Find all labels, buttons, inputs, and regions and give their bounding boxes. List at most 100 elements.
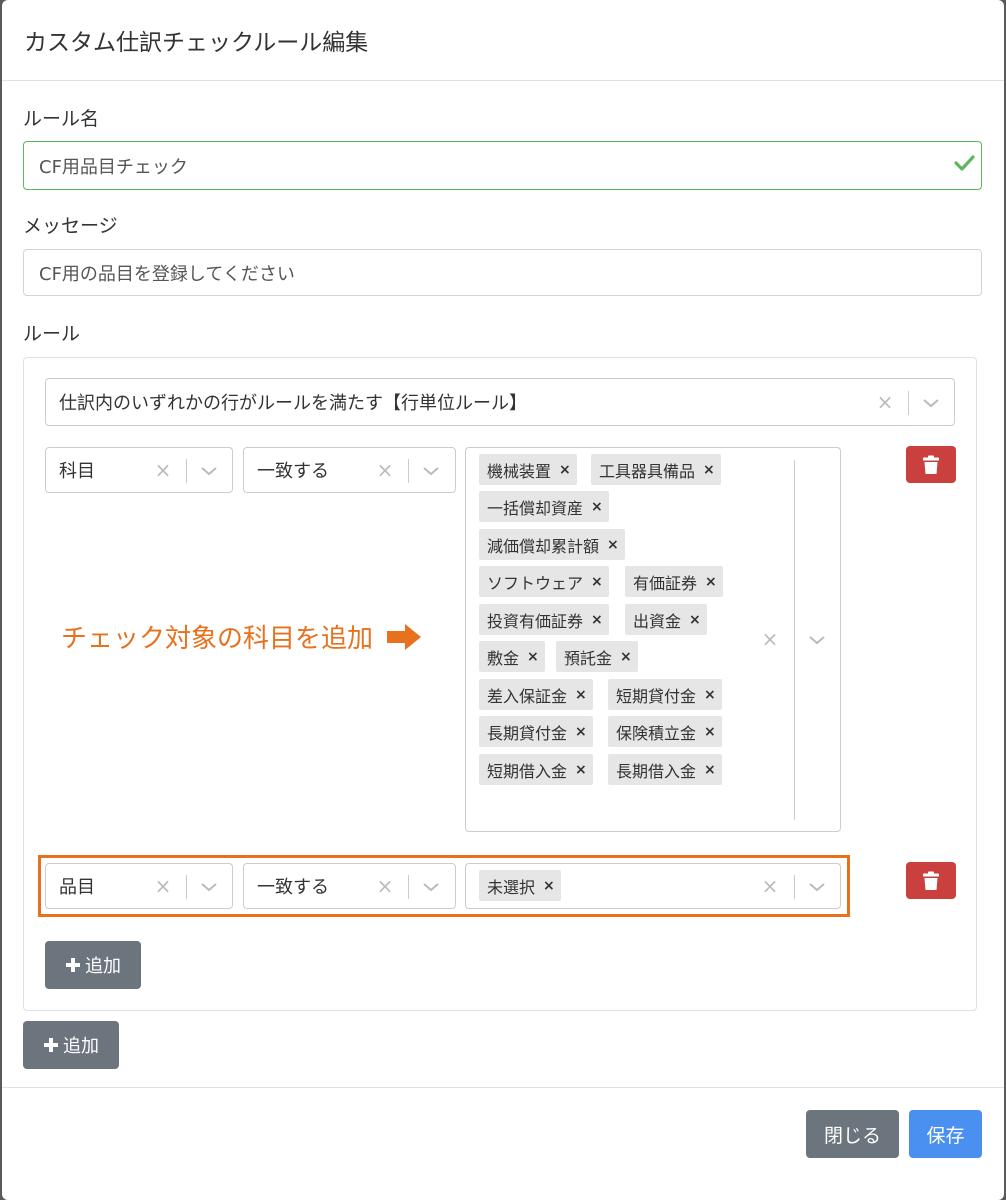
annotation-callout: チェック対象の科目を追加 <box>61 618 423 655</box>
value-chip: 長期借入金 × <box>608 754 722 785</box>
clear-icon[interactable]: × <box>375 458 395 482</box>
rule-name-input[interactable]: CF用品目チェック <box>23 141 982 190</box>
rule-mode-select[interactable]: 仕訳内のいずれかの行がルールを満たす【行単位ルール】 × <box>45 378 955 426</box>
condition-1-operator-select[interactable]: 一致する × <box>243 447 456 493</box>
add-condition-label: 追加 <box>85 956 121 977</box>
dialog-title: カスタム仕訳チェックルール編集 <box>24 30 369 56</box>
arrow-right-icon <box>387 623 422 650</box>
value-chip: 短期借入金 × <box>479 754 593 785</box>
condition-1-field-select[interactable]: 科目 × <box>45 447 233 493</box>
chevron-down-icon[interactable] <box>422 881 440 893</box>
remove-chip-icon[interactable]: × <box>575 724 587 740</box>
condition-1-operator-value: 一致する <box>257 461 329 482</box>
value-chip: 敷金 × <box>479 641 545 672</box>
value-chip: 短期貸付金 × <box>608 679 722 710</box>
remove-chip-icon[interactable]: × <box>575 687 587 703</box>
chevron-down-icon[interactable] <box>808 881 826 893</box>
value-chip: 有価証券 × <box>625 566 723 597</box>
add-condition-button[interactable]: 追加 <box>45 941 141 989</box>
remove-chip-icon[interactable]: × <box>543 878 555 894</box>
value-chip: 出資金 × <box>625 604 707 635</box>
dialog-header: カスタム仕訳チェックルール編集 <box>2 0 1004 81</box>
clear-icon[interactable]: × <box>153 874 173 898</box>
dialog-body: ルール名 CF用品目チェック メッセージ CF用の品目を登録してください ルール… <box>2 81 1004 1087</box>
remove-chip-icon[interactable]: × <box>527 649 539 665</box>
chip-label: 短期貸付金 <box>616 686 697 706</box>
select-separator <box>908 391 909 415</box>
remove-chip-icon[interactable]: × <box>689 612 701 628</box>
chip-label: 未選択 <box>487 877 536 897</box>
delete-condition-2-button[interactable] <box>906 862 956 899</box>
remove-chip-icon[interactable]: × <box>591 574 603 590</box>
remove-chip-icon[interactable]: × <box>704 724 716 740</box>
rule-name-label: ルール名 <box>23 108 100 130</box>
chip-label: 一括償却資産 <box>487 498 584 518</box>
condition-1-field-value: 科目 <box>59 461 95 482</box>
chip-label: 減価償却累計額 <box>487 536 600 556</box>
message-value: CF用の品目を登録してください <box>39 263 295 285</box>
clear-icon[interactable]: × <box>760 874 780 898</box>
remove-chip-icon[interactable]: × <box>704 762 716 778</box>
remove-chip-icon[interactable]: × <box>704 687 716 703</box>
chevron-down-icon[interactable] <box>200 881 218 893</box>
clear-icon[interactable]: × <box>875 390 895 414</box>
select-separator <box>408 459 409 483</box>
trash-icon <box>923 455 939 474</box>
value-chip: ソフトウェア × <box>479 566 609 597</box>
chip-label: 短期借入金 <box>487 761 568 781</box>
value-chip: 預託金 × <box>556 641 638 672</box>
chevron-down-icon[interactable] <box>922 397 940 409</box>
select-separator <box>186 875 187 899</box>
value-chip: 一括償却資産 × <box>479 491 609 522</box>
value-chip: 保険積立金 × <box>608 716 722 747</box>
plus-icon <box>66 958 80 972</box>
condition-2-field-value: 品目 <box>59 877 95 898</box>
chip-label: 出資金 <box>633 611 682 631</box>
chip-label: 預託金 <box>564 648 613 668</box>
condition-2-operator-value: 一致する <box>257 877 329 898</box>
save-button[interactable]: 保存 <box>909 1110 982 1158</box>
remove-chip-icon[interactable]: × <box>607 537 619 553</box>
chevron-down-icon[interactable] <box>422 465 440 477</box>
message-label: メッセージ <box>23 215 118 237</box>
condition-2-values-multiselect[interactable]: 未選択 × × <box>465 863 841 909</box>
condition-1-values-multiselect[interactable]: 機械装置 × 工具器具備品 × 一括償却資産 × 減価償却累計額 × ソフトウェア × 有… <box>465 447 841 832</box>
value-chip: 長期貸付金 × <box>479 716 593 747</box>
clear-icon[interactable]: × <box>760 627 780 651</box>
close-button[interactable]: 閉じる <box>806 1110 899 1158</box>
clear-icon[interactable]: × <box>153 458 173 482</box>
value-chip: 減価償却累計額 × <box>479 529 625 560</box>
value-chip: 差入保証金 × <box>479 679 593 710</box>
condition-2-operator-select[interactable]: 一致する × <box>243 863 456 909</box>
chip-label: 投資有価証券 <box>487 611 584 631</box>
remove-chip-icon[interactable]: × <box>591 499 603 515</box>
remove-chip-icon[interactable]: × <box>559 462 571 478</box>
value-chip: 機械装置 × <box>479 454 577 485</box>
chip-label: 差入保証金 <box>487 686 568 706</box>
condition-2-field-select[interactable]: 品目 × <box>45 863 233 909</box>
remove-chip-icon[interactable]: × <box>591 612 603 628</box>
chip-label: 有価証券 <box>633 573 698 593</box>
remove-chip-icon[interactable]: × <box>620 649 632 665</box>
dialog-footer: 閉じる 保存 <box>2 1087 1004 1200</box>
select-separator <box>794 460 795 820</box>
chip-label: 機械装置 <box>487 461 552 481</box>
select-separator <box>794 875 795 899</box>
plus-icon <box>44 1038 58 1052</box>
message-input[interactable]: CF用の品目を登録してください <box>23 249 982 296</box>
value-chip: 未選択 × <box>479 870 561 901</box>
remove-chip-icon[interactable]: × <box>703 462 715 478</box>
trash-icon <box>923 871 939 890</box>
chevron-down-icon[interactable] <box>200 465 218 477</box>
remove-chip-icon[interactable]: × <box>575 762 587 778</box>
chevron-down-icon[interactable] <box>808 634 826 646</box>
delete-condition-1-button[interactable] <box>906 446 956 483</box>
clear-icon[interactable]: × <box>375 874 395 898</box>
select-separator <box>186 459 187 483</box>
remove-chip-icon[interactable]: × <box>705 574 717 590</box>
chip-label: 長期貸付金 <box>487 723 568 743</box>
rule-mode-value: 仕訳内のいずれかの行がルールを満たす【行単位ルール】 <box>59 393 527 414</box>
value-chip: 工具器具備品 × <box>591 454 721 485</box>
add-rule-group-button[interactable]: 追加 <box>23 1021 119 1069</box>
chip-label: 敷金 <box>487 648 520 668</box>
